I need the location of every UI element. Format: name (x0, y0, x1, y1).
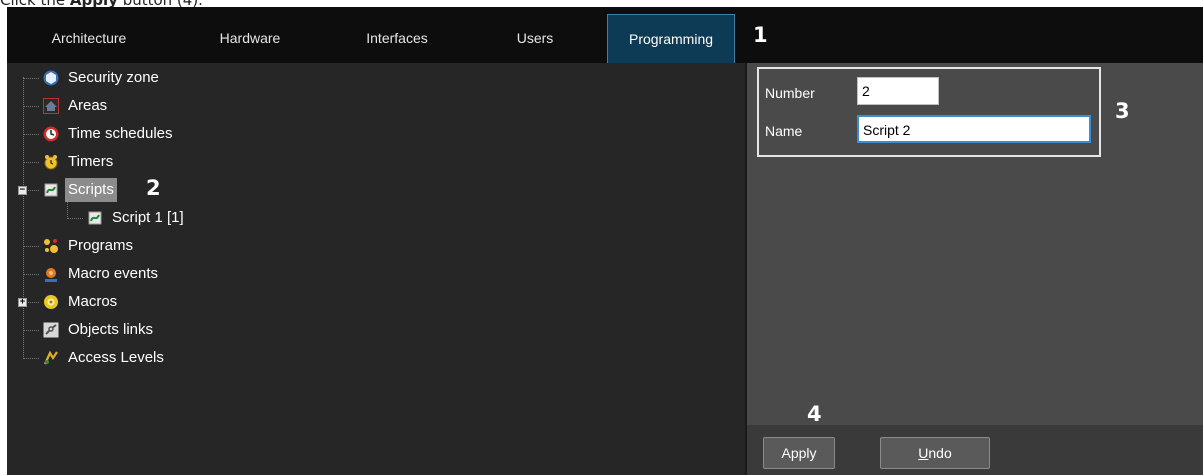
tree-item-label: Timers (68, 153, 114, 170)
link-icon (43, 322, 59, 338)
undo-button[interactable]: Undo (880, 437, 990, 469)
tree-branch (23, 78, 39, 79)
tree-branch (23, 106, 39, 107)
tree-item-label: Macros (68, 293, 118, 310)
tree-branch (23, 358, 39, 359)
timer-icon (44, 155, 58, 170)
tree-item-label: Scripts (65, 178, 117, 202)
tab-bar: Architecture Hardware Interfaces Users P… (7, 7, 1203, 63)
area-icon (43, 98, 59, 114)
tree-item-label: Objects links (68, 321, 154, 338)
name-field[interactable]: Script 2 (857, 115, 1091, 143)
apply-button[interactable]: Apply (763, 437, 835, 469)
tree-item-label: Macro events (68, 265, 159, 282)
expand-toggle-macros[interactable]: + (18, 298, 27, 307)
tab-interfaces[interactable]: Interfaces (342, 14, 452, 63)
tab-hardware[interactable]: Hardware (195, 14, 305, 63)
clock-icon (43, 126, 59, 142)
security-zone-icon (43, 70, 59, 86)
tree-item-label: Security zone (68, 69, 159, 86)
tree-branch (23, 246, 39, 247)
tree-branch (23, 274, 39, 275)
callout-2: 2 (146, 176, 161, 200)
instruction-caption: Click the Apply button (4). (0, 0, 203, 8)
tree-item-label: Programs (68, 237, 134, 254)
script-icon (44, 183, 58, 197)
callout-1: 1 (753, 23, 768, 47)
script-icon (88, 211, 102, 225)
tree-item-label: Script 1 [1] (112, 209, 184, 226)
callout-3: 3 (1115, 99, 1130, 123)
number-field[interactable]: 2 (857, 77, 939, 105)
tree-branch (23, 134, 39, 135)
tree-item-label: Time schedules (68, 125, 173, 142)
tree-branch (23, 330, 39, 331)
number-label: Number (765, 85, 815, 101)
tree-item-label: Areas (68, 97, 108, 114)
tab-architecture[interactable]: Architecture (29, 14, 149, 63)
object-tree: Security zone Areas Time schedules Timer… (7, 63, 745, 475)
access-level-icon (43, 350, 58, 365)
callout-4: 4 (807, 402, 822, 426)
tab-users[interactable]: Users (485, 14, 585, 63)
properties-panel: Number 2 Name Script 2 3 4 Apply Undo (745, 63, 1203, 475)
tree-guide-line (23, 77, 24, 359)
macro-icon (44, 295, 58, 309)
tree-branch (23, 162, 39, 163)
macro-event-icon (45, 268, 57, 282)
programs-icon (44, 239, 58, 253)
action-bar: Apply Undo (747, 425, 1203, 475)
script-properties-box: Number 2 Name Script 2 (757, 67, 1101, 157)
collapse-toggle-scripts[interactable]: − (18, 186, 27, 195)
tree-item-label: Access Levels (68, 349, 164, 366)
tab-programming[interactable]: Programming (607, 14, 735, 63)
name-label: Name (765, 123, 803, 139)
tree-branch (67, 218, 83, 219)
